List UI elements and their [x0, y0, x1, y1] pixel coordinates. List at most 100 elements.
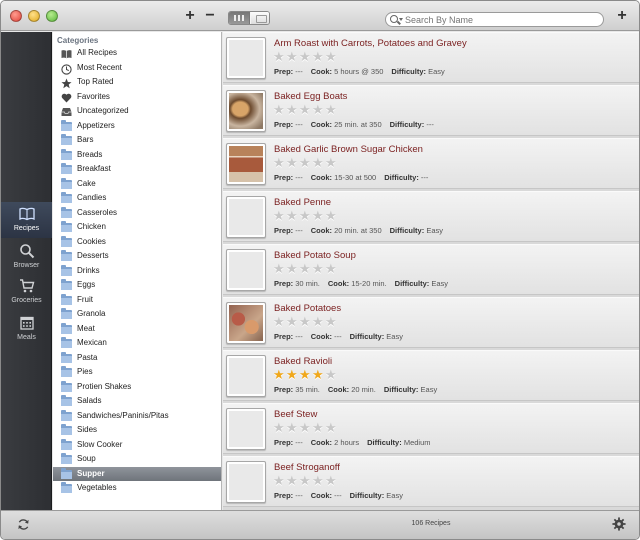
star-icon[interactable]: ★ — [325, 368, 338, 382]
recipe-photo-placeholder[interactable] — [226, 37, 266, 79]
star-icon[interactable]: ★ — [299, 50, 312, 64]
recipe-row[interactable]: Baked Potatoes ★★★★★ Prep: --- Cook: --- Dif… — [223, 297, 639, 348]
category-item[interactable]: All Recipes — [53, 46, 221, 61]
category-item[interactable]: Slow Cooker — [53, 438, 221, 453]
star-icon[interactable]: ★ — [299, 474, 312, 488]
recipe-row[interactable]: Arm Roast with Carrots, Potatoes and Gra… — [223, 32, 639, 83]
star-icon[interactable]: ★ — [312, 368, 325, 382]
star-icon[interactable]: ★ — [325, 103, 338, 117]
recipe-row[interactable]: Baked Potato Soup ★★★★★ Prep: 30 min. Cook:… — [223, 244, 639, 295]
category-item[interactable]: Fruit — [53, 293, 221, 308]
star-icon[interactable]: ★ — [325, 50, 338, 64]
star-rating[interactable]: ★★★★★ — [273, 421, 338, 435]
star-icon[interactable]: ★ — [273, 103, 286, 117]
nav-meals[interactable]: Meals — [1, 311, 52, 345]
star-icon[interactable]: ★ — [312, 50, 325, 64]
category-item[interactable]: Salads — [53, 394, 221, 409]
category-item[interactable]: Most Recent — [53, 61, 221, 76]
category-item[interactable]: Soup — [53, 452, 221, 467]
star-icon[interactable]: ★ — [286, 474, 299, 488]
category-item[interactable]: Pasta — [53, 351, 221, 366]
recipe-photo-placeholder[interactable] — [226, 196, 266, 238]
star-icon[interactable]: ★ — [286, 50, 299, 64]
star-icon[interactable]: ★ — [325, 315, 338, 329]
category-item[interactable]: Appetizers — [53, 119, 221, 134]
star-icon[interactable]: ★ — [286, 315, 299, 329]
category-item[interactable]: Supper — [53, 466, 221, 481]
star-icon[interactable]: ★ — [299, 103, 312, 117]
star-icon[interactable]: ★ — [286, 209, 299, 223]
category-item[interactable]: Breakfast — [53, 162, 221, 177]
star-icon[interactable]: ★ — [286, 368, 299, 382]
recipe-row[interactable]: Baked Egg Boats ★★★★★ Prep: --- Cook: 25 mi… — [223, 85, 639, 136]
recipe-photo[interactable] — [226, 90, 266, 132]
star-icon[interactable]: ★ — [273, 368, 286, 382]
star-icon[interactable]: ★ — [273, 315, 286, 329]
gear-icon[interactable] — [612, 517, 626, 531]
star-rating[interactable]: ★★★★★ — [273, 262, 338, 276]
category-item[interactable]: Cookies — [53, 235, 221, 250]
star-icon[interactable]: ★ — [325, 156, 338, 170]
star-icon[interactable]: ★ — [299, 421, 312, 435]
recipe-row[interactable]: Beef Stew ★★★★★ Prep: --- Cook: 2 hours Diff… — [223, 403, 639, 454]
star-icon[interactable]: ★ — [286, 262, 299, 276]
category-item[interactable]: Sides — [53, 423, 221, 438]
recipe-row[interactable]: Baked Penne ★★★★★ Prep: --- Cook: 20 min. a… — [223, 191, 639, 242]
star-rating[interactable]: ★★★★★ — [273, 103, 338, 117]
star-icon[interactable]: ★ — [299, 262, 312, 276]
nav-browser[interactable]: Browser — [1, 239, 52, 273]
recipe-photo-placeholder[interactable] — [226, 408, 266, 450]
star-rating[interactable]: ★★★★★ — [273, 209, 338, 223]
add-category-button[interactable]: + — [181, 7, 199, 25]
recipe-photo-placeholder[interactable] — [226, 355, 266, 397]
recipe-photo-placeholder[interactable] — [226, 249, 266, 291]
star-icon[interactable]: ★ — [286, 421, 299, 435]
category-item[interactable]: Breads — [53, 148, 221, 163]
category-item[interactable]: Drinks — [53, 264, 221, 279]
star-icon[interactable]: ★ — [325, 474, 338, 488]
category-item[interactable]: Uncategorized — [53, 104, 221, 119]
nav-groceries[interactable]: Groceries — [1, 274, 52, 308]
recipe-row[interactable]: Beef Stroganoff ★★★★★ Prep: --- Cook: --- Di… — [223, 456, 639, 507]
star-icon[interactable]: ★ — [312, 156, 325, 170]
category-item[interactable]: Candies — [53, 191, 221, 206]
star-icon[interactable]: ★ — [273, 421, 286, 435]
search-input[interactable] — [405, 13, 595, 26]
star-icon[interactable]: ★ — [325, 209, 338, 223]
category-item[interactable]: Sandwiches/Paninis/Pitas — [53, 409, 221, 424]
category-item[interactable]: Mexican — [53, 336, 221, 351]
star-icon[interactable]: ★ — [299, 209, 312, 223]
star-icon[interactable]: ★ — [273, 209, 286, 223]
star-icon[interactable]: ★ — [312, 474, 325, 488]
category-item[interactable]: Meat — [53, 322, 221, 337]
chevron-down-icon[interactable] — [399, 18, 403, 21]
star-icon[interactable]: ★ — [299, 368, 312, 382]
star-icon[interactable]: ★ — [273, 474, 286, 488]
category-item[interactable]: Bars — [53, 133, 221, 148]
category-item[interactable]: Protien Shakes — [53, 380, 221, 395]
star-icon[interactable]: ★ — [299, 156, 312, 170]
category-item[interactable]: Desserts — [53, 249, 221, 264]
recipe-photo[interactable] — [226, 143, 266, 185]
category-item[interactable]: Casseroles — [53, 206, 221, 221]
star-icon[interactable]: ★ — [273, 50, 286, 64]
card-view-button[interactable] — [251, 12, 269, 24]
star-icon[interactable]: ★ — [312, 315, 325, 329]
star-icon[interactable]: ★ — [299, 315, 312, 329]
star-rating[interactable]: ★★★★★ — [273, 368, 338, 382]
zoom-window-button[interactable] — [46, 10, 58, 22]
nav-recipes[interactable]: Recipes — [1, 202, 52, 238]
star-icon[interactable]: ★ — [273, 156, 286, 170]
close-window-button[interactable] — [10, 10, 22, 22]
star-icon[interactable]: ★ — [312, 103, 325, 117]
star-rating[interactable]: ★★★★★ — [273, 474, 338, 488]
star-rating[interactable]: ★★★★★ — [273, 156, 338, 170]
recipe-photo[interactable] — [226, 302, 266, 344]
add-recipe-button[interactable]: + — [613, 7, 631, 25]
recipe-row[interactable]: Baked Garlic Brown Sugar Chicken ★★★★★ Pre… — [223, 138, 639, 189]
category-item[interactable]: Top Rated — [53, 75, 221, 90]
star-icon[interactable]: ★ — [286, 103, 299, 117]
remove-category-button[interactable]: − — [201, 7, 219, 25]
star-icon[interactable]: ★ — [325, 421, 338, 435]
sync-icon[interactable] — [17, 518, 30, 531]
